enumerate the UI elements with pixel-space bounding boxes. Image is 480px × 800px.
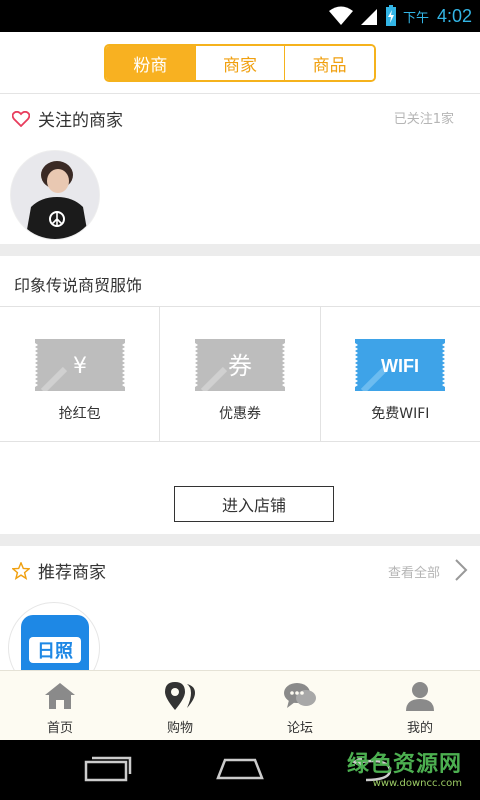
home-button-icon[interactable] — [215, 754, 265, 786]
ticket-text: WIFI — [381, 356, 419, 376]
ticket-text: ¥ — [73, 354, 87, 379]
top-bar: 粉商 商家 商品 — [0, 32, 480, 94]
bottom-nav: 首页 购物 论坛 我的 — [0, 670, 480, 740]
tab-products[interactable]: 商品 — [284, 46, 374, 80]
view-all-link[interactable]: 查看全部 — [388, 562, 440, 581]
home-icon — [45, 683, 75, 709]
feature-label: 抢红包 — [58, 406, 101, 422]
followed-merchants-section: 关注的商家 已关注1家 — [0, 94, 480, 244]
recommended-merchant-logo[interactable]: 日照 — [8, 602, 100, 670]
ticket-text: 券 — [228, 352, 252, 380]
nav-label: 论坛 — [286, 721, 313, 736]
nav-label: 购物 — [166, 721, 193, 736]
recommend-title: 推荐商家 — [38, 563, 106, 583]
status-time: 4:02 — [436, 5, 472, 26]
recommend-title-row: 推荐商家 — [12, 558, 106, 583]
followed-count: 已关注1家 — [393, 112, 454, 127]
recent-apps-icon[interactable] — [82, 754, 132, 786]
wifi-ticket-icon: WIFI — [355, 339, 446, 391]
battery-charging-icon — [385, 5, 396, 26]
rizhao-app-icon: 日照 — [21, 615, 89, 670]
nav-mine[interactable]: 我的 — [360, 671, 480, 740]
chevron-right-icon[interactable] — [454, 558, 468, 582]
nav-forum[interactable]: 论坛 — [240, 671, 360, 740]
cell-signal-icon — [360, 9, 377, 25]
recommended-merchants-section: 推荐商家 查看全部 日照 — [0, 546, 480, 670]
location-pin-icon — [165, 682, 195, 710]
watermark-main: 绿色资源网 — [346, 752, 462, 777]
star-icon — [12, 561, 30, 580]
watermark-sub: www.downcc.com — [372, 778, 462, 789]
tab-merchants[interactable]: 商家 — [194, 46, 285, 80]
feature-coupon[interactable]: 券 优惠券 — [159, 307, 319, 441]
nav-label: 我的 — [406, 721, 433, 736]
site-watermark: 绿色资源网 www.downcc.com — [347, 746, 462, 789]
tab-fenshang[interactable]: 粉商 — [106, 46, 195, 80]
status-ampm: 下午 — [402, 10, 429, 26]
coupon-ticket-icon: 券 — [194, 339, 285, 391]
shop-name: 印象传说商贸服饰 — [14, 276, 143, 295]
segmented-tabs: 粉商 商家 商品 — [104, 44, 376, 82]
feature-label: 优惠券 — [218, 406, 261, 422]
shop-feature-grid: ¥ 抢红包 券 优惠券 WIFI 免费WIFI — [0, 306, 480, 442]
merchant-avatar-image — [11, 151, 99, 239]
logo-text: 日照 — [37, 641, 73, 662]
wifi-signal-icon — [328, 6, 353, 25]
followed-title-row: 关注的商家 — [12, 106, 123, 131]
status-right: 下午 4:02 — [328, 0, 472, 32]
nav-label: 首页 — [46, 721, 73, 736]
followed-title: 关注的商家 — [38, 111, 123, 131]
chat-bubbles-icon — [284, 683, 316, 708]
red-envelope-ticket-icon: ¥ — [34, 339, 125, 391]
enter-shop-button[interactable]: 进入店铺 — [174, 486, 334, 522]
system-nav-bar: 绿色资源网 www.downcc.com — [0, 740, 480, 800]
nav-home[interactable]: 首页 — [0, 671, 120, 740]
feature-label: 免费WIFI — [371, 406, 430, 422]
feature-free-wifi[interactable]: WIFI 免费WIFI — [319, 307, 480, 441]
shop-section: 印象传说商贸服饰 ¥ 抢红包 券 优惠券 WIFI 免费WIFI 进入店铺 — [0, 256, 480, 534]
person-icon — [406, 682, 434, 711]
status-bar: 下午 4:02 — [0, 0, 480, 32]
rizhao-logo-graphic: 日照 — [29, 637, 81, 663]
nav-shopping[interactable]: 购物 — [120, 671, 240, 740]
followed-merchant-avatar[interactable] — [10, 150, 100, 240]
feature-red-envelope[interactable]: ¥ 抢红包 — [0, 307, 159, 441]
heart-icon — [12, 110, 30, 127]
